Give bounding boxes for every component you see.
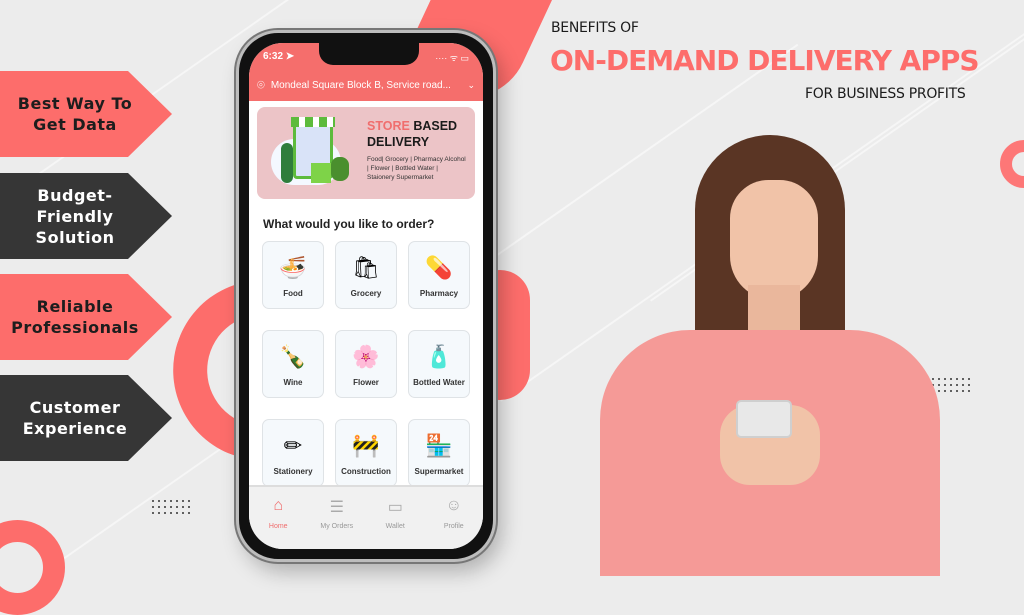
tab-label: Profile	[443, 523, 464, 530]
tab-label: Home	[268, 523, 288, 530]
location-text: Mondeal Square Block B, Service road...	[270, 79, 451, 91]
store-icon: 🏪	[425, 432, 453, 458]
food-bowl-icon: 🍜	[279, 254, 307, 280]
profile-icon: ☺	[445, 497, 462, 514]
wine-bottle-icon: 🍾	[279, 343, 307, 369]
pencil-cup-icon: ✏	[283, 432, 303, 458]
water-bottle-icon: 🧴	[425, 343, 453, 369]
status-time: 6:32 ➤	[263, 51, 295, 62]
category-label: Grocery	[350, 288, 382, 298]
category-grocery[interactable]: 🛍 Grocery	[335, 241, 397, 309]
orders-list-icon: ☰	[329, 499, 344, 516]
tab-profile[interactable]: ☺ Profile	[426, 497, 482, 549]
dot-grid-left	[150, 498, 192, 516]
category-food[interactable]: 🍜 Food	[262, 241, 324, 309]
benefit-reliable-professionals: Reliable Professionals	[0, 274, 172, 360]
status-icons: ···· ᯤ ▭	[435, 53, 469, 63]
order-question: What would you like to order?	[263, 217, 435, 231]
home-icon: ⌂	[273, 497, 284, 514]
wallet-icon: ▭	[387, 499, 403, 516]
banner-title-accent: STORE	[367, 119, 410, 133]
category-label: Stationery	[273, 466, 313, 476]
headline-pre: BENEFITS OF	[551, 20, 639, 36]
tab-label: Wallet	[385, 523, 405, 530]
tab-my-orders[interactable]: ☰ My Orders	[309, 497, 365, 549]
store-delivery-banner[interactable]: STORE BASED DELIVERY Food| Grocery | Pha…	[257, 107, 475, 199]
construction-icon: 🚧	[352, 432, 380, 458]
category-supermarket[interactable]: 🏪 Supermarket	[408, 419, 470, 487]
benefit-budget-friendly: Budget-Friendly Solution	[0, 173, 172, 259]
flower-icon: 🌸	[352, 343, 380, 369]
benefit-customer-experience: Customer Experience	[0, 375, 172, 461]
category-construction[interactable]: 🚧 Construction	[335, 419, 397, 487]
headline-post: FOR BUSINESS PROFITS	[805, 86, 966, 102]
category-stationery[interactable]: ✏ Stationery	[262, 419, 324, 487]
phone-notch	[319, 43, 419, 65]
location-selector[interactable]: ⌾ Mondeal Square Block B, Service road..…	[257, 77, 475, 93]
category-wine[interactable]: 🍾 Wine	[262, 330, 324, 398]
benefit-best-way-data: Best Way To Get Data	[0, 71, 172, 157]
woman-photo	[600, 135, 940, 576]
tab-label: My Orders	[320, 523, 354, 530]
face	[730, 180, 818, 300]
category-bottled-water[interactable]: 🧴 Bottled Water	[408, 330, 470, 398]
category-label: Food	[283, 288, 303, 298]
category-pharmacy[interactable]: 💊 Pharmacy	[408, 241, 470, 309]
chevron-down-icon: ⌄	[467, 79, 475, 90]
pill-bottle-icon: 💊	[425, 254, 453, 280]
banner-title-rest: BASED	[409, 119, 458, 133]
location-pin-icon: ⌾	[257, 77, 265, 92]
delivery-illustration-icon	[271, 117, 351, 189]
category-grid: 🍜 Food 🛍 Grocery 💊 Pharmacy 🍾 Wine 🌸 Flower 🧴…	[262, 241, 483, 487]
banner-title-line2: DELIVERY	[367, 135, 430, 149]
bottom-tab-bar: ⌂ Home ☰ My Orders ▭ Wallet ☺ Profile	[249, 485, 483, 549]
grocery-bag-icon: 🛍	[352, 254, 380, 280]
category-label: Flower	[353, 377, 379, 387]
app-screen: 6:32 ➤ ···· ᯤ ▭ ⌾ Mondeal Square Block B…	[249, 43, 483, 549]
decor-ring-right	[1000, 140, 1024, 188]
tab-home[interactable]: ⌂ Home	[250, 497, 306, 549]
category-label: Construction	[341, 466, 391, 476]
decor-ring-bottom-left	[0, 520, 65, 615]
tab-wallet[interactable]: ▭ Wallet	[367, 497, 423, 549]
banner-title: STORE BASED	[367, 119, 457, 133]
category-label: Pharmacy	[419, 288, 459, 298]
category-label: Bottled Water	[413, 377, 465, 387]
phone-mockup: 6:32 ➤ ···· ᯤ ▭ ⌾ Mondeal Square Block B…	[236, 30, 496, 562]
headline-title: ON-DEMAND DELIVERY APPS	[550, 44, 980, 77]
category-label: Supermarket	[414, 466, 464, 476]
category-flower[interactable]: 🌸 Flower	[335, 330, 397, 398]
held-phone	[736, 400, 792, 438]
category-label: Wine	[283, 377, 303, 387]
banner-description: Food| Grocery | Pharmacy Alcohol | Flowe…	[367, 156, 466, 181]
